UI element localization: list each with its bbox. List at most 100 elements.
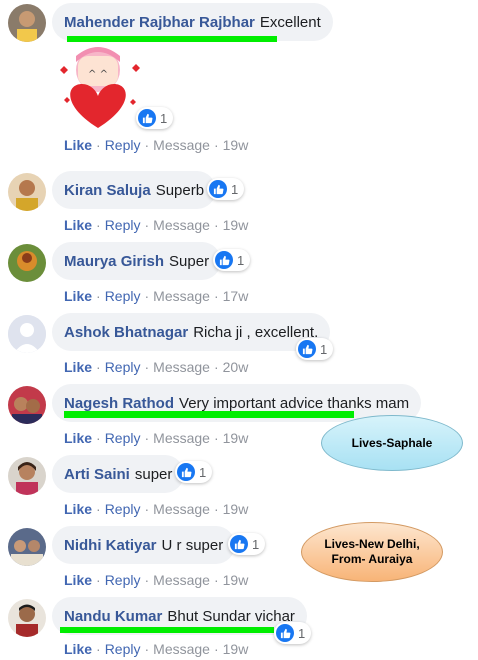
like-link[interactable]: Like (64, 641, 92, 657)
reaction-count[interactable]: 1 (207, 178, 245, 200)
highlight-underline (60, 627, 274, 633)
avatar[interactable] (8, 173, 46, 211)
timestamp[interactable]: 19w (223, 641, 249, 657)
comment-2: Kiran Saluja Superb 1 Like · Reply · Message… (0, 168, 478, 239)
thumbs-up-icon (138, 109, 156, 127)
highlight-underline (64, 411, 354, 418)
like-link[interactable]: Like (64, 572, 92, 588)
annotation-text: Lives-Saphale (351, 436, 433, 450)
comment-bubble: Maurya Girish Super (52, 242, 222, 280)
message-link[interactable]: Message (153, 359, 210, 375)
like-link[interactable]: Like (64, 217, 92, 233)
reply-link[interactable]: Reply (105, 501, 141, 517)
comment-bubble: Nidhi Katiyar U r super (52, 526, 236, 564)
location-annotation-delhi: Lives-New Delhi, From- Auraiya (301, 522, 443, 582)
comment-author[interactable]: Ashok Bhatnagar (64, 324, 188, 341)
reply-link[interactable]: Reply (105, 359, 141, 375)
like-link[interactable]: Like (64, 501, 92, 517)
reaction-number: 1 (231, 181, 239, 197)
thumbs-up-icon (276, 624, 294, 642)
comment-actions: Like · Reply · Message · 19w (64, 572, 249, 588)
message-link[interactable]: Message (153, 217, 210, 233)
timestamp[interactable]: 19w (223, 217, 249, 233)
avatar[interactable] (8, 4, 46, 42)
thumbs-up-icon (209, 180, 227, 198)
comment-author[interactable]: Nidhi Katiyar (64, 537, 157, 554)
timestamp[interactable]: 19w (223, 501, 249, 517)
reaction-count[interactable]: 1 (213, 249, 251, 271)
timestamp[interactable]: 20w (223, 359, 249, 375)
message-link[interactable]: Message (153, 137, 210, 153)
annotation-text-line1: Lives-New Delhi, (324, 537, 420, 551)
timestamp[interactable]: 19w (223, 572, 249, 588)
comment-4: Ashok Bhatnagar Richa ji , excellent. 1 … (0, 310, 478, 381)
avatar[interactable] (8, 244, 46, 282)
comment-author[interactable]: Nandu Kumar (64, 608, 162, 625)
message-link[interactable]: Message (153, 572, 210, 588)
svg-text:^ ^: ^ ^ (88, 69, 108, 80)
comment-actions: Like · Reply · Message · 19w (64, 217, 249, 233)
comment-author[interactable]: Kiran Saluja (64, 182, 151, 199)
comment-bubble: Kiran Saluja Superb (52, 171, 217, 209)
comment-actions: Like · Reply · Message · 19w (64, 641, 249, 657)
reply-link[interactable]: Reply (105, 137, 141, 153)
comment-bubble: Arti Saini super (52, 455, 185, 493)
avatar[interactable] (8, 457, 46, 495)
reaction-number: 1 (160, 110, 168, 126)
comment-8: Nandu Kumar Bhut Sundar vichar 1 Like · Re… (0, 594, 478, 660)
avatar[interactable] (8, 528, 46, 566)
comment-author[interactable]: Mahender Rajbhar Rajbhar (64, 14, 255, 31)
like-link[interactable]: Like (64, 430, 92, 446)
comment-author[interactable]: Arti Saini (64, 466, 130, 483)
thumbs-up-icon (215, 251, 233, 269)
reply-link[interactable]: Reply (105, 430, 141, 446)
comment-text: U r super (161, 536, 224, 554)
reaction-count[interactable]: 1 (228, 533, 266, 555)
comment-text: Bhut Sundar vichar (167, 607, 295, 625)
message-link[interactable]: Message (153, 501, 210, 517)
reply-link[interactable]: Reply (105, 217, 141, 233)
comment-author[interactable]: Maurya Girish (64, 253, 164, 270)
sticker-image: ^ ^ (52, 40, 144, 132)
reply-link[interactable]: Reply (105, 288, 141, 304)
comment-text: Very important advice thanks mam (179, 394, 410, 412)
reply-link[interactable]: Reply (105, 572, 141, 588)
message-link[interactable]: Message (153, 288, 210, 304)
reaction-number: 1 (320, 341, 328, 357)
reaction-number: 1 (237, 252, 245, 268)
comment-1: Mahender Rajbhar Rajbhar Excellent ^ ^ 1… (0, 0, 478, 160)
thumbs-up-icon (177, 463, 195, 481)
avatar[interactable] (8, 599, 46, 637)
thumbs-up-icon (298, 340, 316, 358)
reaction-count[interactable]: 1 (274, 622, 312, 644)
timestamp[interactable]: 17w (223, 288, 249, 304)
like-link[interactable]: Like (64, 137, 92, 153)
avatar[interactable] (8, 386, 46, 424)
like-link[interactable]: Like (64, 288, 92, 304)
like-link[interactable]: Like (64, 359, 92, 375)
timestamp[interactable]: 19w (223, 430, 249, 446)
comment-actions: Like · Reply · Message · 20w (64, 359, 249, 375)
message-link[interactable]: Message (153, 641, 210, 657)
comment-text: Richa ji , excellent. (193, 323, 319, 341)
avatar[interactable] (8, 315, 46, 353)
reaction-count[interactable]: 1 (136, 107, 174, 129)
message-link[interactable]: Message (153, 430, 210, 446)
comment-bubble: Ashok Bhatnagar Richa ji , excellent. (52, 313, 331, 351)
reaction-count[interactable]: 1 (175, 461, 213, 483)
reaction-number: 1 (199, 464, 207, 480)
comment-text: super (134, 465, 173, 483)
annotation-text-line2: From- Auraiya (331, 552, 413, 566)
reaction-count[interactable]: 1 (296, 338, 334, 360)
comment-author[interactable]: Nagesh Rathod (64, 395, 174, 412)
comment-actions: Like · Reply · Message · 17w (64, 288, 249, 304)
comment-3: Maurya Girish Super 1 Like · Reply · Message… (0, 239, 478, 310)
comment-actions: Like · Reply · Message · 19w (64, 501, 249, 517)
thumbs-up-icon (230, 535, 248, 553)
comment-actions: Like · Reply · Message · 19w (64, 137, 249, 153)
comment-6: Arti Saini super 1 Like · Reply · Message · 19… (0, 452, 478, 523)
comment-text: Super (169, 252, 210, 270)
reaction-number: 1 (298, 625, 306, 641)
timestamp[interactable]: 19w (223, 137, 249, 153)
reply-link[interactable]: Reply (105, 641, 141, 657)
